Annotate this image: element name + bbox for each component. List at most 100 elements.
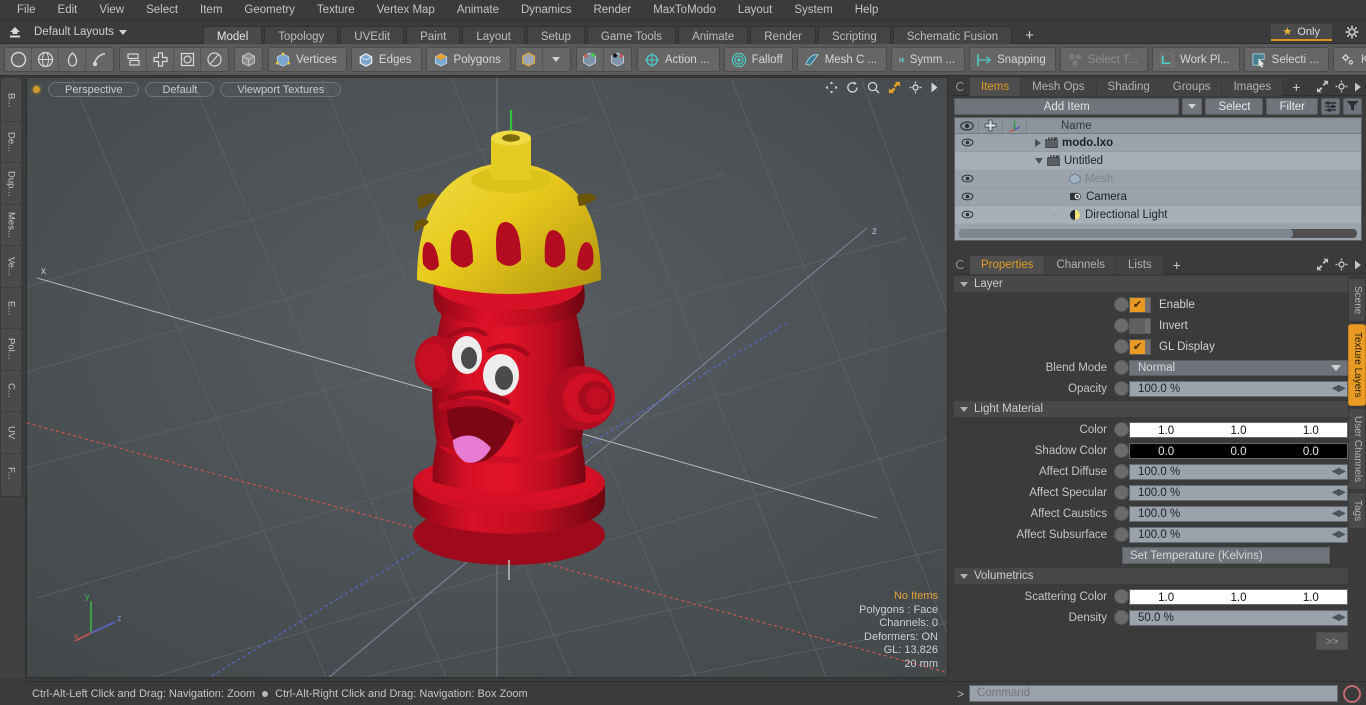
tab-channels[interactable]: Channels: [1045, 255, 1117, 274]
table-row[interactable]: modo.lxo: [955, 134, 1361, 152]
menu-item-system[interactable]: System: [783, 0, 843, 21]
color-channel-1[interactable]: 1.0: [1202, 423, 1274, 437]
section-header-light-material[interactable]: Light Material: [954, 401, 1348, 417]
set-temperature-button[interactable]: Set Temperature (Kelvins): [1122, 547, 1330, 564]
transform-cell[interactable]: [1003, 134, 1027, 152]
record-circle-icon[interactable]: [1343, 684, 1361, 703]
transform-cell[interactable]: [1003, 152, 1027, 170]
slider-affect-subsurface[interactable]: 100.0 % ◀▶: [1129, 526, 1348, 543]
menu-item-animate[interactable]: Animate: [446, 0, 510, 21]
dropdown-blend-mode[interactable]: Normal: [1129, 359, 1348, 376]
rotate-icon[interactable]: [201, 48, 228, 71]
items-tree[interactable]: Name modo.lxo Untitled · Mesh · Camera · Direct…: [954, 117, 1362, 241]
left-tool-tab-5[interactable]: E...: [1, 288, 21, 329]
left-tool-tab-4[interactable]: Ve...: [1, 246, 21, 288]
layout-tab-uvedit[interactable]: UVEdit: [340, 25, 405, 46]
circle-icon[interactable]: [5, 48, 32, 71]
lock-cell[interactable]: [979, 206, 1003, 224]
color-color[interactable]: 1.0 1.0 1.0: [1129, 421, 1348, 438]
left-tool-tab-1[interactable]: De...: [1, 122, 21, 163]
menu-item-render[interactable]: Render: [582, 0, 642, 21]
add-layout-tab-button[interactable]: +: [1014, 26, 1045, 46]
expand-icon[interactable]: [1316, 258, 1329, 274]
checkbox-invert[interactable]: [1129, 317, 1151, 334]
tab-shading[interactable]: Shading: [1096, 77, 1161, 96]
left-tool-tab-3[interactable]: Mes...: [1, 205, 21, 246]
layout-selector[interactable]: Default Layouts: [34, 26, 127, 38]
list-options-icon[interactable]: [1321, 97, 1340, 115]
kits-control[interactable]: Kits: [1332, 47, 1366, 72]
pen-icon[interactable]: [59, 48, 86, 71]
channel-knob[interactable]: [1114, 443, 1129, 458]
eye-icon[interactable]: [955, 170, 979, 188]
chevron-right-icon[interactable]: [1354, 260, 1362, 273]
gear-icon[interactable]: [1345, 25, 1359, 42]
falloff-control[interactable]: Falloff: [723, 47, 793, 72]
expand-icon[interactable]: [1316, 80, 1329, 96]
command-input[interactable]: [969, 685, 1338, 702]
lock-cell[interactable]: [979, 152, 1003, 170]
symmetry-control[interactable]: Symm ...: [891, 47, 966, 72]
slider-affect-diffuse[interactable]: 100.0 % ◀▶: [1129, 463, 1348, 480]
spinner-arrows-icon[interactable]: ◀▶: [1332, 612, 1346, 623]
menu-item-view[interactable]: View: [88, 0, 135, 21]
lock-cell[interactable]: [979, 134, 1003, 152]
chevron-down-icon[interactable]: [1035, 157, 1043, 164]
color-channel-2[interactable]: 0.0: [1275, 444, 1347, 458]
color-shadow-color[interactable]: 0.0 0.0 0.0: [1129, 442, 1348, 459]
left-tool-tab-2[interactable]: Dup...: [1, 163, 21, 205]
sphere-icon[interactable]: [32, 48, 59, 71]
chevron-right-icon[interactable]: [930, 82, 939, 96]
channel-knob[interactable]: [1114, 527, 1129, 542]
lock-cell[interactable]: [979, 188, 1003, 206]
channel-knob[interactable]: [1114, 339, 1129, 354]
right-tab-user-channels[interactable]: User Channels: [1348, 407, 1366, 491]
menu-item-edit[interactable]: Edit: [47, 0, 89, 21]
table-row[interactable]: · Directional Light: [955, 206, 1361, 224]
item-name-cell[interactable]: Untitled: [1027, 155, 1361, 167]
channel-knob[interactable]: [1114, 464, 1129, 479]
layout-tab-model[interactable]: Model: [202, 25, 263, 46]
color-scattering-color[interactable]: 1.0 1.0 1.0: [1129, 588, 1348, 605]
viewport-projection-selector[interactable]: Perspective: [48, 81, 140, 97]
selection-mode-edges[interactable]: Edges: [350, 47, 422, 72]
tab-items[interactable]: Items: [970, 77, 1021, 96]
pan-icon[interactable]: [825, 81, 838, 97]
select-button[interactable]: Select: [1205, 97, 1264, 115]
align-icon[interactable]: [120, 48, 147, 71]
layout-tab-schematic-fusion[interactable]: Schematic Fusion: [892, 25, 1013, 46]
only-toggle-button[interactable]: ★ Only: [1270, 24, 1332, 41]
chevron-down-icon[interactable]: [543, 48, 570, 71]
slider-density[interactable]: 50.0 % ◀▶: [1129, 609, 1348, 626]
right-tab-tags[interactable]: Tags: [1348, 492, 1366, 530]
slider-affect-specular[interactable]: 100.0 % ◀▶: [1129, 484, 1348, 501]
menu-item-maxtomodo[interactable]: MaxToModo: [642, 0, 727, 21]
menu-item-layout[interactable]: Layout: [727, 0, 784, 21]
eye-icon[interactable]: [955, 188, 979, 206]
slider-affect-caustics[interactable]: 100.0 % ◀▶: [1129, 505, 1348, 522]
eye-icon[interactable]: [955, 206, 979, 224]
3d-viewport[interactable]: z x Perspective Default Viewport Texture…: [26, 77, 948, 678]
tab-images[interactable]: Images: [1222, 77, 1283, 96]
tab-mesh-ops[interactable]: Mesh Ops: [1021, 77, 1096, 96]
cube-icon[interactable]: [235, 48, 262, 71]
layout-tab-layout[interactable]: Layout: [462, 25, 525, 46]
more-button[interactable]: >>: [1316, 632, 1348, 650]
checkbox-gl-display[interactable]: ✔: [1129, 338, 1151, 355]
tab-properties[interactable]: Properties: [970, 255, 1045, 274]
left-tool-tab-7[interactable]: C...: [1, 371, 21, 412]
color-channel-2[interactable]: 1.0: [1275, 590, 1347, 604]
spinner-arrows-icon[interactable]: ◀▶: [1332, 508, 1346, 519]
channel-knob[interactable]: [1114, 610, 1129, 625]
fire-hydrant-model[interactable]: [381, 110, 641, 580]
table-row[interactable]: · Camera: [955, 188, 1361, 206]
item-name-cell[interactable]: · Mesh: [1027, 173, 1361, 185]
add-properties-tab-button[interactable]: +: [1164, 256, 1190, 274]
table-row[interactable]: · Mesh: [955, 170, 1361, 188]
menu-item-dynamics[interactable]: Dynamics: [510, 0, 582, 21]
spinner-arrows-icon[interactable]: ◀▶: [1332, 383, 1346, 394]
gear-icon[interactable]: [1335, 258, 1348, 274]
transform-cell[interactable]: [1003, 188, 1027, 206]
viewport-shading-selector[interactable]: Viewport Textures: [220, 81, 342, 97]
channel-knob[interactable]: [1114, 297, 1129, 312]
